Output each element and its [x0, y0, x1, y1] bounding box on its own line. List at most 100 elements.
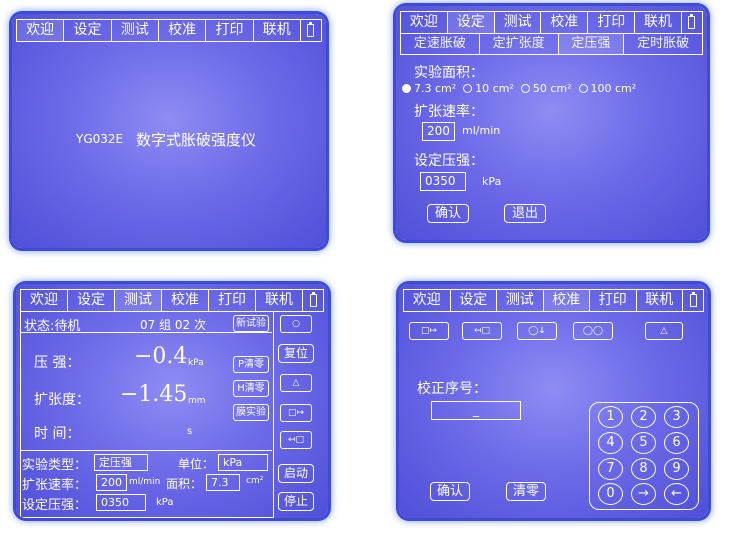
key-3[interactable]: 3 — [664, 406, 689, 428]
tab-test[interactable]: 测试 — [115, 290, 162, 311]
type-value: 定压强 — [94, 454, 148, 471]
clamp-close-icon[interactable]: ↤□ — [280, 431, 312, 449]
key-8[interactable]: 8 — [631, 458, 656, 480]
unit-label: 单位： — [178, 457, 215, 471]
tab-settings[interactable]: 设定 — [68, 290, 115, 311]
key-2[interactable]: 2 — [631, 406, 656, 428]
clamp-close-icon[interactable]: ↤□ — [462, 322, 502, 340]
tab-bar: 欢迎 设定 测试 校准 打印 联机 — [400, 11, 703, 34]
clear-button[interactable]: 清零 — [506, 482, 546, 501]
upper-icon[interactable]: △ — [645, 322, 683, 340]
gauge-icon[interactable]: ◯◯ — [573, 322, 613, 340]
speed-unit: ml/min — [462, 124, 501, 137]
pressure-label: 压 强： — [34, 355, 81, 371]
tab-test[interactable]: 测试 — [495, 12, 542, 33]
tab-online[interactable]: 联机 — [635, 12, 682, 33]
tab-online[interactable]: 联机 — [256, 290, 303, 311]
clamp-open-icon[interactable]: □↦ — [409, 322, 449, 340]
arrow-left-icon[interactable]: ← — [664, 483, 689, 505]
subtab-timed-burst[interactable]: 定时胀破 — [624, 34, 702, 54]
seq-input[interactable]: _ — [431, 401, 521, 420]
tab-print[interactable]: 打印 — [590, 290, 637, 311]
sensor-zero-icon[interactable]: ◯↓ — [517, 322, 557, 340]
expansion-label: 扩张度： — [34, 392, 90, 408]
tab-welcome[interactable]: 欢迎 — [21, 290, 68, 311]
tab-print[interactable]: 打印 — [209, 290, 256, 311]
subtab-constant-expansion[interactable]: 定扩张度 — [480, 34, 559, 54]
area-option-10[interactable]: 10 cm² — [463, 82, 514, 95]
key-6[interactable]: 6 — [664, 432, 689, 454]
arrow-right-icon[interactable]: → — [631, 483, 656, 505]
calibrate-screen: 欢迎 设定 测试 校准 打印 联机 □↦ ↤□ ◯↓ ◯◯ △ 校正序号： _ … — [399, 284, 708, 518]
area-option-50[interactable]: 50 cm² — [520, 82, 572, 95]
radio-selected-icon — [402, 83, 411, 93]
tab-online[interactable]: 联机 — [637, 290, 683, 311]
key-5[interactable]: 5 — [631, 432, 656, 454]
key-7[interactable]: 7 — [598, 458, 623, 480]
membrane-test-button[interactable]: 膜实验 — [233, 404, 269, 421]
speed-input[interactable]: 200 — [422, 122, 455, 141]
area-option-100[interactable]: 100 cm² — [578, 82, 636, 95]
tab-welcome[interactable]: 欢迎 — [404, 290, 451, 311]
battery-icon — [301, 20, 321, 41]
tab-settings[interactable]: 设定 — [64, 20, 112, 41]
tab-calibrate[interactable]: 校准 — [541, 12, 589, 33]
tab-calibrate[interactable]: 校准 — [162, 290, 209, 311]
mode-subtabs: 定速胀破 定扩张度 定压强 定时胀破 — [400, 33, 703, 55]
pressure-input[interactable]: 0350 — [420, 172, 466, 191]
tab-settings[interactable]: 设定 — [447, 12, 495, 33]
settings-screen: 欢迎 设定 测试 校准 打印 联机 定速胀破 定扩张度 定压强 定时胀破 实验面… — [396, 6, 707, 240]
subtab-constant-pressure[interactable]: 定压强 — [558, 34, 625, 54]
start-button[interactable]: 启动 — [278, 464, 314, 483]
key-1[interactable]: 1 — [598, 406, 623, 428]
set-pressure-value: 0350 — [96, 494, 146, 511]
welcome-screen: 欢迎 设定 测试 校准 打印 联机 YG032E 数字式胀破强度仪 — [12, 14, 326, 248]
tab-bar: 欢迎 设定 测试 校准 打印 联机 — [403, 289, 704, 312]
type-label: 实验类型： — [22, 458, 88, 473]
tab-print[interactable]: 打印 — [206, 20, 254, 41]
pressure-value: −0.4 — [134, 344, 188, 369]
subtab-constant-speed[interactable]: 定速胀破 — [401, 34, 480, 54]
area-label: 面积： — [166, 477, 203, 491]
tab-test[interactable]: 测试 — [112, 20, 159, 41]
radio-icon — [520, 83, 530, 93]
stop-button[interactable]: 停止 — [278, 492, 314, 511]
info-divider — [20, 450, 272, 451]
model-number: YG032E — [76, 132, 124, 146]
tab-welcome[interactable]: 欢迎 — [401, 12, 448, 33]
tab-bar: 欢迎 设定 测试 校准 打印 联机 — [20, 289, 324, 312]
unit-value: kPa — [218, 454, 268, 471]
tab-print[interactable]: 打印 — [588, 12, 636, 33]
clear-expansion-button[interactable]: H清零 — [233, 380, 269, 397]
exit-button[interactable]: 退出 — [504, 204, 546, 223]
pressure-unit: kPa — [482, 175, 502, 188]
tab-calibrate[interactable]: 校准 — [159, 20, 207, 41]
upper-icon[interactable]: △ — [280, 374, 312, 392]
new-test-button[interactable]: 新试验 — [233, 315, 269, 332]
pressure-label: 设定压强： — [414, 153, 484, 169]
time-label: 时 间： — [34, 426, 81, 442]
area-options: 7.3 cm² 10 cm² 50 cm² 100 cm² — [402, 82, 636, 95]
key-4[interactable]: 4 — [598, 432, 623, 454]
clear-pressure-button[interactable]: P清零 — [233, 356, 269, 373]
reset-button[interactable]: 复位 — [278, 344, 314, 363]
key-9[interactable]: 9 — [664, 458, 689, 480]
tab-bar: 欢迎 设定 测试 校准 打印 联机 — [16, 19, 322, 42]
tab-online[interactable]: 联机 — [254, 20, 301, 41]
radio-icon — [578, 83, 588, 93]
key-0[interactable]: 0 — [598, 483, 623, 505]
light-icon[interactable]: ○ — [280, 315, 312, 333]
test-screen: 欢迎 设定 测试 校准 打印 联机 状态:待机 07 组 02 次 新试验 压 … — [16, 284, 328, 518]
tab-welcome[interactable]: 欢迎 — [17, 20, 65, 41]
expansion-unit: mm — [188, 396, 206, 406]
tab-settings[interactable]: 设定 — [451, 290, 497, 311]
pressure-unit: kPa — [188, 358, 204, 368]
tab-calibrate[interactable]: 校准 — [543, 290, 590, 311]
radio-icon — [463, 83, 473, 93]
clamp-open-icon[interactable]: □↦ — [280, 404, 312, 422]
tab-test[interactable]: 测试 — [497, 290, 544, 311]
area-option-7-3[interactable]: 7.3 cm² — [402, 82, 456, 95]
confirm-button[interactable]: 确认 — [427, 204, 469, 223]
confirm-button[interactable]: 确认 — [430, 482, 470, 501]
group-count: 07 组 02 次 — [140, 318, 206, 332]
